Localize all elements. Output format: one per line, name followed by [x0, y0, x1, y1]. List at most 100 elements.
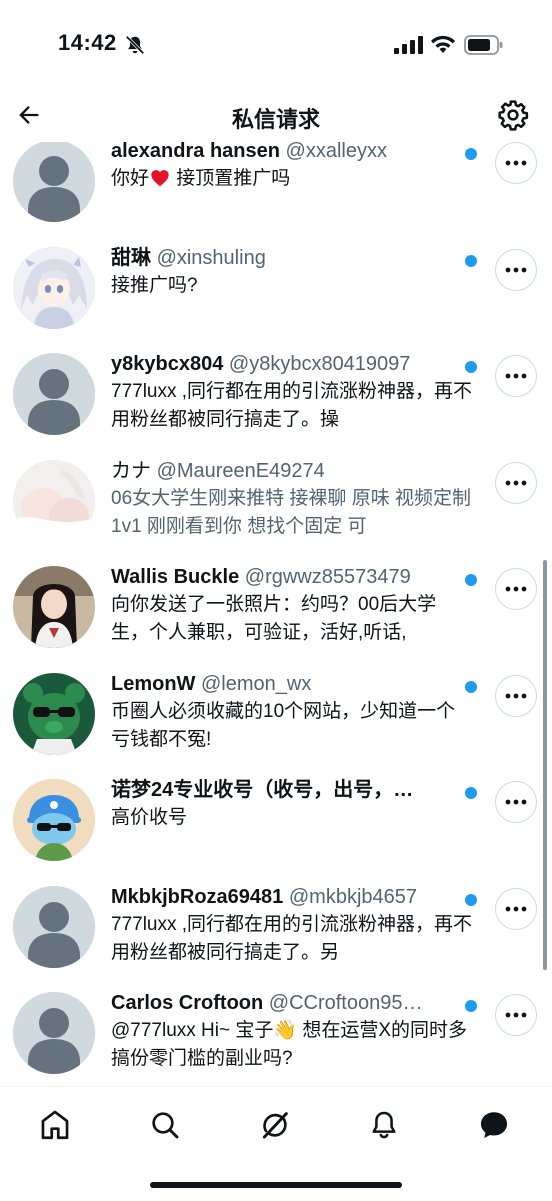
cat-avatar-image	[13, 779, 95, 861]
unread-indicator	[465, 574, 477, 586]
more-icon	[505, 267, 527, 272]
message-requests-list[interactable]: alexandra hansen @xxalleyxx 你好 接顶置推广吗 甜琳…	[0, 142, 552, 1086]
settings-button[interactable]	[494, 96, 532, 134]
message-preview: 向你发送了一张照片：约吗？00后大学生，个人兼职，可验证，活好,听话,	[111, 594, 437, 643]
tab-home[interactable]	[35, 1105, 75, 1145]
status-bar: 14:42	[0, 0, 552, 90]
more-options-button[interactable]	[495, 994, 537, 1036]
avatar[interactable]	[13, 142, 95, 222]
default-profile-icon	[13, 885, 95, 968]
message-preview: 06女大学生刚来推特 接裸聊 原味 视频定制1v1 刚刚看到你 想找个固定 可	[111, 487, 471, 537]
home-icon	[41, 1110, 69, 1140]
default-profile-icon	[13, 353, 95, 435]
avatar[interactable]	[13, 992, 95, 1074]
message-icon	[480, 1112, 508, 1139]
avatar[interactable]	[13, 246, 95, 329]
more-icon	[505, 373, 527, 379]
message-preview: 高价收号	[111, 807, 188, 828]
unread-indicator	[465, 787, 477, 799]
message-request-row[interactable]: LemonW @lemon_wx 币圈人必须收藏的10个网站，少知道一个亏钱都不…	[0, 671, 552, 778]
more-icon	[505, 693, 527, 698]
bear-avatar-image	[13, 672, 95, 755]
message-request-row[interactable]: MkbkjbRoza69481 @mkbkjb4657 777luxx ,同行都…	[0, 884, 552, 991]
gear-icon	[498, 100, 529, 131]
more-icon	[505, 586, 527, 592]
message-preview: 币圈人必须收藏的10个网站，少知道一个亏钱都不冤!	[111, 700, 456, 750]
handle: @xinshuling	[156, 246, 266, 269]
status-time: 14:42	[58, 30, 117, 55]
grok-icon	[262, 1112, 288, 1139]
display-name: alexandra hansen	[111, 142, 280, 162]
tab-notifications[interactable]	[364, 1105, 404, 1145]
home-indicator	[150, 1182, 402, 1188]
page-title: 私信请求	[231, 107, 320, 132]
more-options-button[interactable]	[495, 674, 537, 717]
message-request-row[interactable]: Carlos Croftoon @CCroftoon95… @777luxx H…	[0, 990, 552, 1086]
red-heart-icon	[151, 170, 169, 187]
message-preview: 你好 接顶置推广吗	[111, 168, 291, 189]
more-options-button[interactable]	[495, 142, 537, 184]
message-request-row[interactable]: カナ @MaureenE49274 06女大学生刚来推特 接裸聊 原味 视频定制…	[0, 458, 552, 565]
message-preview: 777luxx ,同行都在用的引流涨粉神器，再不用粉丝都被同行搞走了。另	[111, 913, 473, 963]
handle: @MaureenE49274	[156, 459, 325, 482]
display-name: 甜琳	[111, 246, 151, 269]
message-preview: 接推广吗?	[111, 274, 198, 296]
message-request-row[interactable]: 甜琳 @xinshuling 接推广吗?	[0, 245, 552, 352]
unread-indicator	[465, 148, 477, 160]
message-request-row[interactable]: y8kybcx804 @y8kybcx80419097 777luxx ,同行都…	[0, 351, 552, 458]
handle: @CCroftoon95…	[268, 992, 423, 1014]
more-options-button[interactable]	[495, 781, 537, 823]
more-options-button[interactable]	[495, 248, 537, 291]
silent-mode-icon	[125, 35, 145, 55]
wifi-icon	[431, 35, 455, 53]
display-name: Carlos Croftoon	[111, 992, 264, 1014]
anime-avatar-image	[13, 246, 95, 329]
more-options-button[interactable]	[495, 887, 537, 930]
handle: @y8kybcx80419097	[228, 353, 411, 375]
avatar[interactable]	[13, 779, 95, 861]
display-name: y8kybcx804	[111, 353, 224, 375]
header: 私信请求	[0, 90, 552, 142]
avatar[interactable]	[13, 459, 95, 542]
handle: @mkbkjb4657	[288, 885, 418, 908]
handle: @xxalleyxx	[285, 142, 387, 162]
display-name: 诺梦24专业收号（收号，出号，…	[111, 779, 414, 801]
message-request-row[interactable]: 诺梦24专业收号（收号，出号，… 高价收号	[0, 777, 552, 884]
avatar[interactable]	[13, 672, 95, 755]
unread-indicator	[465, 680, 477, 693]
photo-avatar-image	[13, 459, 95, 542]
avatar[interactable]	[13, 353, 95, 435]
avatar[interactable]	[13, 885, 95, 968]
more-icon	[505, 1012, 527, 1018]
unread-indicator	[465, 361, 477, 373]
avatar[interactable]	[13, 566, 95, 648]
message-preview: @777luxx Hi~ 宝子👋 想在运营X的同时多搞份零门槛的副业吗?	[111, 1017, 473, 1073]
tab-search[interactable]	[145, 1105, 185, 1145]
waving-hand-icon: 👋	[273, 1020, 298, 1041]
message-preview: 777luxx ,同行都在用的引流涨粉神器，再不用粉丝都被同行搞走了。操	[111, 381, 473, 430]
default-profile-icon	[13, 142, 95, 222]
more-options-button[interactable]	[495, 461, 537, 504]
message-request-row[interactable]: alexandra hansen @xxalleyxx 你好 接顶置推广吗	[0, 142, 552, 245]
search-icon	[152, 1112, 179, 1139]
more-options-button[interactable]	[495, 568, 537, 610]
scrollbar[interactable]	[543, 560, 547, 970]
unread-indicator	[465, 1000, 477, 1012]
more-icon	[505, 799, 527, 805]
more-options-button[interactable]	[495, 355, 537, 397]
tab-messages[interactable]	[474, 1105, 514, 1145]
cellular-signal-icon	[394, 36, 423, 54]
unread-indicator	[465, 893, 477, 906]
photo-avatar-image	[13, 566, 95, 648]
tab-grok[interactable]	[255, 1105, 295, 1145]
default-profile-icon	[13, 992, 95, 1074]
unread-indicator	[465, 254, 477, 267]
battery-icon	[464, 35, 503, 55]
handle: @rgwwz85573479	[244, 566, 411, 588]
display-name: MkbkjbRoza69481	[111, 885, 284, 908]
message-request-row[interactable]: Wallis Buckle @rgwwz85573479 向你发送了一张照片：约…	[0, 564, 552, 671]
more-icon	[505, 906, 527, 911]
display-name: カナ	[111, 459, 151, 482]
more-icon	[505, 160, 527, 166]
handle: @lemon_wx	[201, 672, 312, 695]
